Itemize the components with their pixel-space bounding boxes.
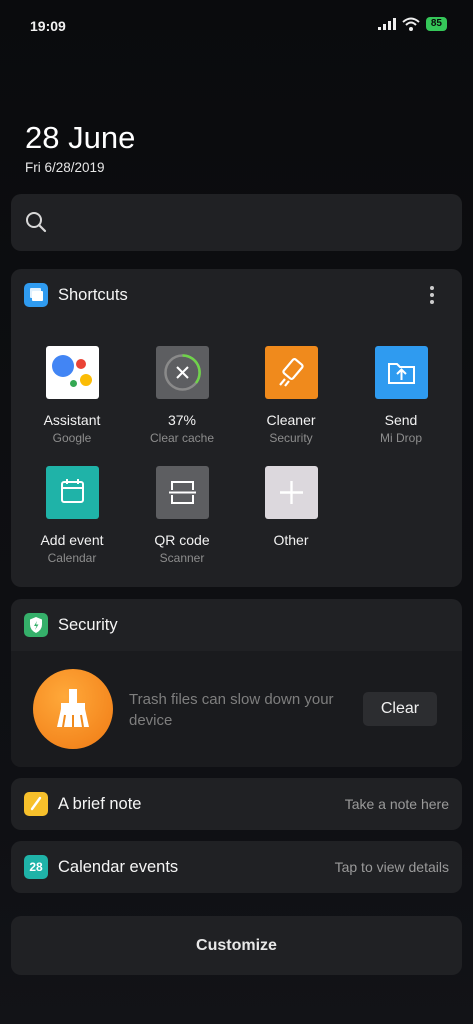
shortcut-label: Add event [40,532,104,548]
security-title: Security [58,616,118,634]
calendar-title: Calendar events [58,858,179,876]
more-options-icon[interactable] [429,285,435,305]
security-shield-icon [24,613,48,637]
security-message: Trash files can slow down your device [129,691,334,729]
shortcut-sublabel: Calendar [47,551,97,565]
shortcuts-icon [24,283,48,307]
security-card[interactable]: Security Trash files can slow down your … [11,599,462,767]
shortcut-sublabel: Security [269,431,313,445]
scanner-icon [156,466,209,519]
calendar-day-icon: 28 [24,855,48,879]
security-content: Trash files can slow down your device Cl… [11,651,462,767]
shortcut-label: Cleaner [266,412,316,428]
signal-icon [377,18,396,30]
date-small[interactable]: Fri 6/28/2019 [25,160,105,175]
shortcut-sublabel: Clear cache [149,431,215,445]
calendar-hint: Tap to view details [334,859,449,875]
clear-cache-icon [156,346,209,399]
wifi-icon [402,17,420,31]
shortcut-label: QR code [154,532,210,548]
shortcut-sublabel: Scanner [159,551,205,565]
shortcut-sublabel: Google [52,431,92,445]
date-large: 28 June [25,120,136,155]
broom-icon [265,346,318,399]
cleaner-broom-icon [33,669,113,749]
search-bar[interactable] [11,194,462,251]
battery-indicator: 85 [425,17,447,31]
shortcuts-card: Shortcuts Assistant Google 37% Clear cac… [11,269,462,587]
shortcut-label: Send [384,412,418,428]
status-time: 19:09 [30,18,66,34]
status-icons: 85 [377,17,447,31]
customize-button[interactable]: Customize [11,916,462,975]
calendar-icon [46,466,99,519]
calendar-day-number: 28 [29,860,43,874]
note-hint: Take a note here [344,796,449,812]
shortcut-label: 37% [167,412,197,428]
calendar-events-card[interactable]: 28 Calendar events Tap to view details [11,841,462,893]
shortcut-label: Assistant [43,412,101,428]
pencil-icon [24,792,48,816]
shortcut-sublabel: Mi Drop [379,431,422,445]
plus-icon [265,466,318,519]
clear-button[interactable]: Clear [363,692,437,726]
note-title: A brief note [58,795,142,813]
shortcuts-title: Shortcuts [58,286,128,304]
mi-drop-icon [375,346,428,399]
google-assistant-icon [46,346,99,399]
shortcut-label: Other [273,532,309,548]
brief-note-card[interactable]: A brief note Take a note here [11,778,462,830]
search-icon [26,212,47,233]
